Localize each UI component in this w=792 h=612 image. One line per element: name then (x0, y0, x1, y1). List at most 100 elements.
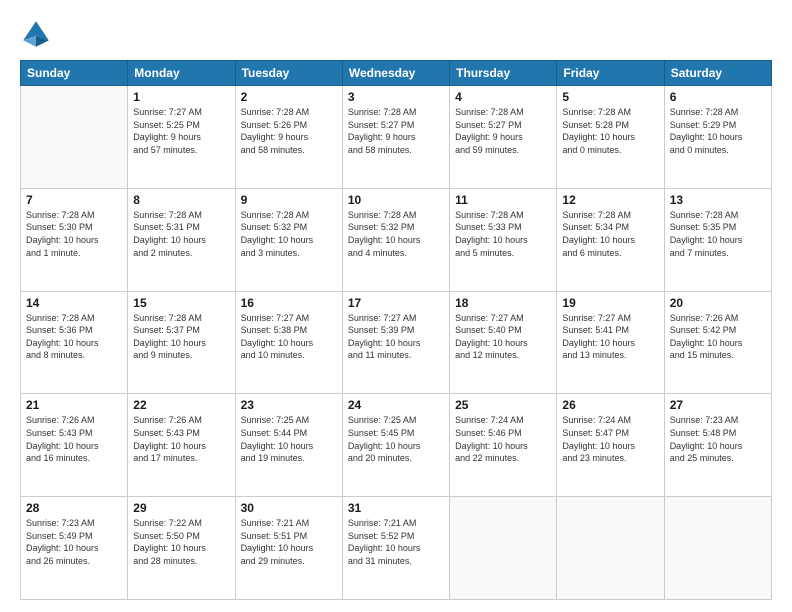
day-number: 18 (455, 296, 551, 310)
day-number: 26 (562, 398, 658, 412)
day-number: 3 (348, 90, 444, 104)
weekday-header-saturday: Saturday (664, 61, 771, 86)
day-number: 31 (348, 501, 444, 515)
weekday-header-monday: Monday (128, 61, 235, 86)
calendar-cell: 7Sunrise: 7:28 AM Sunset: 5:30 PM Daylig… (21, 188, 128, 291)
day-number: 8 (133, 193, 229, 207)
day-info: Sunrise: 7:28 AM Sunset: 5:33 PM Dayligh… (455, 209, 551, 259)
day-info: Sunrise: 7:23 AM Sunset: 5:48 PM Dayligh… (670, 414, 766, 464)
calendar-cell (664, 497, 771, 600)
calendar-cell (450, 497, 557, 600)
day-info: Sunrise: 7:25 AM Sunset: 5:44 PM Dayligh… (241, 414, 337, 464)
day-number: 30 (241, 501, 337, 515)
day-number: 10 (348, 193, 444, 207)
day-info: Sunrise: 7:24 AM Sunset: 5:47 PM Dayligh… (562, 414, 658, 464)
day-number: 9 (241, 193, 337, 207)
week-row-2: 7Sunrise: 7:28 AM Sunset: 5:30 PM Daylig… (21, 188, 772, 291)
day-info: Sunrise: 7:28 AM Sunset: 5:27 PM Dayligh… (455, 106, 551, 156)
day-number: 20 (670, 296, 766, 310)
day-info: Sunrise: 7:28 AM Sunset: 5:31 PM Dayligh… (133, 209, 229, 259)
weekday-header-tuesday: Tuesday (235, 61, 342, 86)
calendar-cell: 18 Sunrise: 7:27 AM Sunset: 5:40 PM Dayli… (450, 291, 557, 394)
calendar-cell: 23 Sunrise: 7:25 AM Sunset: 5:44 PM Dayli… (235, 394, 342, 497)
day-number: 23 (241, 398, 337, 412)
day-number: 22 (133, 398, 229, 412)
day-info: Sunrise: 7:27 AM Sunset: 5:25 PM Dayligh… (133, 106, 229, 156)
day-info: Sunrise: 7:28 AM Sunset: 5:32 PM Dayligh… (241, 209, 337, 259)
week-row-1: 1 Sunrise: 7:27 AM Sunset: 5:25 PM Daylig… (21, 86, 772, 189)
calendar-cell: 19Sunrise: 7:27 AM Sunset: 5:41 PM Dayli… (557, 291, 664, 394)
calendar-cell: 3 Sunrise: 7:28 AM Sunset: 5:27 PM Daylig… (342, 86, 449, 189)
header (20, 18, 772, 50)
day-info: Sunrise: 7:27 AM Sunset: 5:41 PM Dayligh… (562, 312, 658, 362)
day-info: Sunrise: 7:27 AM Sunset: 5:38 PM Dayligh… (241, 312, 337, 362)
page: SundayMondayTuesdayWednesdayThursdayFrid… (0, 0, 792, 612)
calendar-table: SundayMondayTuesdayWednesdayThursdayFrid… (20, 60, 772, 600)
day-number: 5 (562, 90, 658, 104)
weekday-header-wednesday: Wednesday (342, 61, 449, 86)
calendar-cell: 17Sunrise: 7:27 AM Sunset: 5:39 PM Dayli… (342, 291, 449, 394)
day-info: Sunrise: 7:26 AM Sunset: 5:42 PM Dayligh… (670, 312, 766, 362)
weekday-header-friday: Friday (557, 61, 664, 86)
day-info: Sunrise: 7:21 AM Sunset: 5:52 PM Dayligh… (348, 517, 444, 567)
calendar-cell: 11Sunrise: 7:28 AM Sunset: 5:33 PM Dayli… (450, 188, 557, 291)
calendar-cell: 31 Sunrise: 7:21 AM Sunset: 5:52 PM Dayli… (342, 497, 449, 600)
day-info: Sunrise: 7:28 AM Sunset: 5:30 PM Dayligh… (26, 209, 122, 259)
day-info: Sunrise: 7:28 AM Sunset: 5:27 PM Dayligh… (348, 106, 444, 156)
day-number: 2 (241, 90, 337, 104)
day-number: 12 (562, 193, 658, 207)
calendar-cell: 8 Sunrise: 7:28 AM Sunset: 5:31 PM Daylig… (128, 188, 235, 291)
day-info: Sunrise: 7:28 AM Sunset: 5:26 PM Dayligh… (241, 106, 337, 156)
day-info: Sunrise: 7:21 AM Sunset: 5:51 PM Dayligh… (241, 517, 337, 567)
calendar-body: 1 Sunrise: 7:27 AM Sunset: 5:25 PM Daylig… (21, 86, 772, 600)
calendar-cell: 1 Sunrise: 7:27 AM Sunset: 5:25 PM Daylig… (128, 86, 235, 189)
calendar-cell (21, 86, 128, 189)
calendar-cell: 29 Sunrise: 7:22 AM Sunset: 5:50 PM Dayli… (128, 497, 235, 600)
calendar-cell: 22Sunrise: 7:26 AM Sunset: 5:43 PM Dayli… (128, 394, 235, 497)
day-info: Sunrise: 7:28 AM Sunset: 5:32 PM Dayligh… (348, 209, 444, 259)
day-info: Sunrise: 7:25 AM Sunset: 5:45 PM Dayligh… (348, 414, 444, 464)
day-info: Sunrise: 7:22 AM Sunset: 5:50 PM Dayligh… (133, 517, 229, 567)
calendar-cell: 15 Sunrise: 7:28 AM Sunset: 5:37 PM Dayli… (128, 291, 235, 394)
day-number: 4 (455, 90, 551, 104)
calendar-cell: 2 Sunrise: 7:28 AM Sunset: 5:26 PM Daylig… (235, 86, 342, 189)
day-number: 29 (133, 501, 229, 515)
day-number: 16 (241, 296, 337, 310)
logo-icon (20, 18, 52, 50)
day-number: 24 (348, 398, 444, 412)
calendar-cell: 10 Sunrise: 7:28 AM Sunset: 5:32 PM Dayli… (342, 188, 449, 291)
day-info: Sunrise: 7:26 AM Sunset: 5:43 PM Dayligh… (26, 414, 122, 464)
calendar-cell: 12Sunrise: 7:28 AM Sunset: 5:34 PM Dayli… (557, 188, 664, 291)
week-row-4: 21 Sunrise: 7:26 AM Sunset: 5:43 PM Dayli… (21, 394, 772, 497)
day-info: Sunrise: 7:28 AM Sunset: 5:28 PM Dayligh… (562, 106, 658, 156)
day-number: 1 (133, 90, 229, 104)
day-info: Sunrise: 7:23 AM Sunset: 5:49 PM Dayligh… (26, 517, 122, 567)
day-info: Sunrise: 7:28 AM Sunset: 5:37 PM Dayligh… (133, 312, 229, 362)
calendar-cell: 6Sunrise: 7:28 AM Sunset: 5:29 PM Daylig… (664, 86, 771, 189)
day-number: 13 (670, 193, 766, 207)
calendar-cell: 16 Sunrise: 7:27 AM Sunset: 5:38 PM Dayli… (235, 291, 342, 394)
calendar-cell: 5 Sunrise: 7:28 AM Sunset: 5:28 PM Daylig… (557, 86, 664, 189)
day-info: Sunrise: 7:24 AM Sunset: 5:46 PM Dayligh… (455, 414, 551, 464)
calendar-cell: 30 Sunrise: 7:21 AM Sunset: 5:51 PM Dayli… (235, 497, 342, 600)
day-info: Sunrise: 7:27 AM Sunset: 5:40 PM Dayligh… (455, 312, 551, 362)
day-number: 28 (26, 501, 122, 515)
day-number: 27 (670, 398, 766, 412)
day-number: 21 (26, 398, 122, 412)
day-info: Sunrise: 7:28 AM Sunset: 5:35 PM Dayligh… (670, 209, 766, 259)
calendar-header: SundayMondayTuesdayWednesdayThursdayFrid… (21, 61, 772, 86)
day-number: 17 (348, 296, 444, 310)
calendar-cell: 13 Sunrise: 7:28 AM Sunset: 5:35 PM Dayli… (664, 188, 771, 291)
calendar-cell: 20 Sunrise: 7:26 AM Sunset: 5:42 PM Dayli… (664, 291, 771, 394)
weekday-header-sunday: Sunday (21, 61, 128, 86)
week-row-5: 28 Sunrise: 7:23 AM Sunset: 5:49 PM Dayli… (21, 497, 772, 600)
calendar-cell: 9 Sunrise: 7:28 AM Sunset: 5:32 PM Daylig… (235, 188, 342, 291)
calendar-cell (557, 497, 664, 600)
calendar-cell: 14Sunrise: 7:28 AM Sunset: 5:36 PM Dayli… (21, 291, 128, 394)
weekday-header-thursday: Thursday (450, 61, 557, 86)
week-row-3: 14Sunrise: 7:28 AM Sunset: 5:36 PM Dayli… (21, 291, 772, 394)
day-number: 15 (133, 296, 229, 310)
logo (20, 18, 56, 50)
calendar-cell: 24 Sunrise: 7:25 AM Sunset: 5:45 PM Dayli… (342, 394, 449, 497)
day-info: Sunrise: 7:28 AM Sunset: 5:36 PM Dayligh… (26, 312, 122, 362)
